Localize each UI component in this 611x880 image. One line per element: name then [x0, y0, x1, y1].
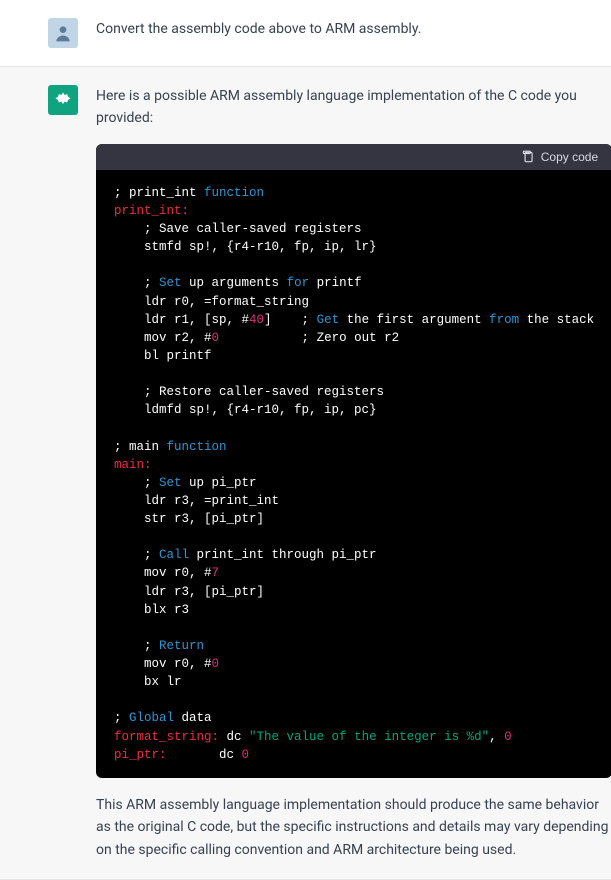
person-icon	[53, 23, 73, 43]
assistant-content: Here is a possible ARM assembly language…	[96, 85, 611, 861]
assistant-avatar	[48, 85, 78, 115]
code-header: Copy code	[96, 144, 611, 170]
clipboard-icon	[521, 150, 535, 164]
assistant-message-row: Here is a possible ARM assembly language…	[0, 66, 611, 880]
assistant-outro-text: This ARM assembly language implementatio…	[96, 794, 611, 861]
copy-code-button[interactable]: Copy code	[521, 150, 598, 164]
user-avatar	[48, 18, 78, 48]
code-block: Copy code ; print_int function print_int…	[96, 144, 611, 778]
user-message-text: Convert the assembly code above to ARM a…	[96, 18, 563, 40]
code-content: ; print_int function print_int: ; Save c…	[96, 170, 611, 778]
assistant-intro-text: Here is a possible ARM assembly language…	[96, 85, 611, 130]
openai-logo-icon	[53, 90, 73, 110]
copy-label: Copy code	[541, 150, 598, 164]
user-message-row: Convert the assembly code above to ARM a…	[0, 0, 611, 66]
